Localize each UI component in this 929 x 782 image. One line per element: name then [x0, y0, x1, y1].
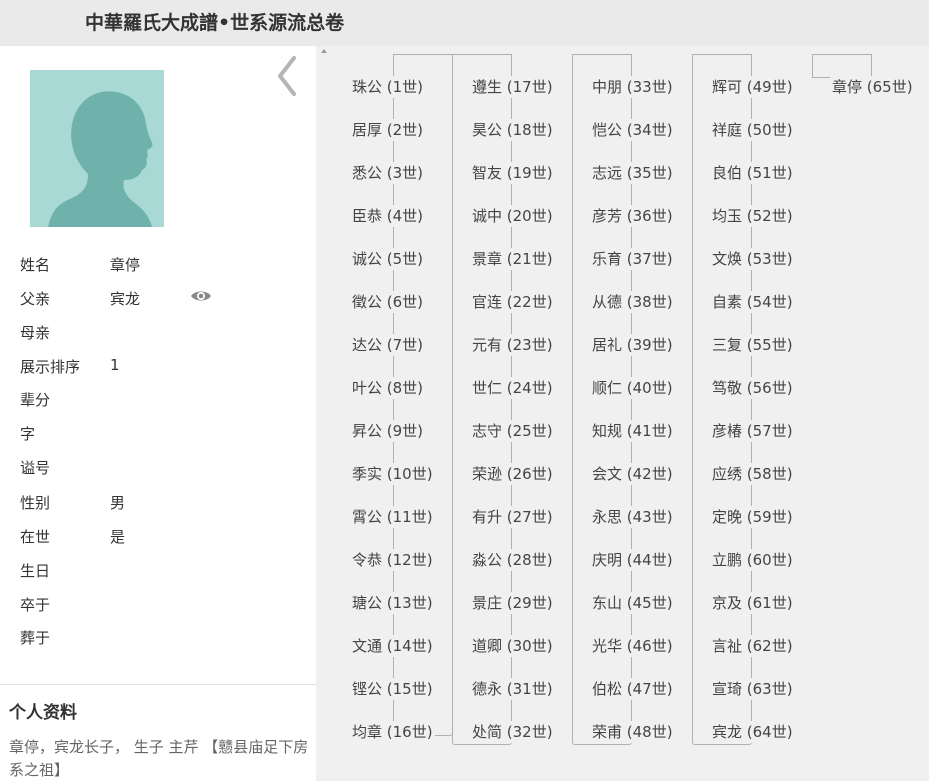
- chevron-left-icon[interactable]: [268, 52, 308, 96]
- generation-item[interactable]: 德永 (31世): [470, 678, 555, 700]
- generation-item[interactable]: 京及 (61世): [710, 592, 795, 614]
- divider: [0, 684, 316, 685]
- generation-item[interactable]: 中朋 (33世): [590, 76, 675, 98]
- field-label: 字: [20, 425, 36, 443]
- field-value: 是: [110, 528, 126, 546]
- field-label: 性别: [20, 494, 51, 512]
- eye-icon[interactable]: [190, 288, 212, 304]
- generation-item[interactable]: 自素 (54世): [710, 291, 795, 313]
- field-value: 宾龙: [110, 290, 141, 308]
- generation-item[interactable]: 顺仁 (40世): [590, 377, 675, 399]
- generation-item[interactable]: 景章 (21世): [470, 248, 555, 270]
- generation-item[interactable]: 立鹏 (60世): [710, 549, 795, 571]
- generation-item[interactable]: 彦芳 (36世): [590, 205, 675, 227]
- generation-item[interactable]: 悉公 (3世): [350, 162, 426, 184]
- generation-item[interactable]: 铿公 (15世): [350, 678, 435, 700]
- generation-item[interactable]: 霄公 (11世): [350, 506, 435, 528]
- scroll-up-arrow-icon[interactable]: [321, 49, 327, 53]
- generation-item[interactable]: 永思 (43世): [590, 506, 675, 528]
- generation-item[interactable]: 东山 (45世): [590, 592, 675, 614]
- generation-item[interactable]: 珠公 (1世): [350, 76, 426, 98]
- field-label: 展示排序: [20, 358, 81, 376]
- generation-item[interactable]: 世仁 (24世): [470, 377, 555, 399]
- generation-item[interactable]: 从德 (38世): [590, 291, 675, 313]
- generation-item[interactable]: 宣琦 (63世): [710, 678, 795, 700]
- field-label: 卒于: [20, 596, 51, 614]
- generation-item[interactable]: 定晚 (59世): [710, 506, 795, 528]
- generation-item[interactable]: 章停 (65世): [830, 76, 915, 98]
- generation-item[interactable]: 诚公 (5世): [350, 248, 426, 270]
- field-value: 男: [110, 494, 126, 512]
- generation-item[interactable]: 诚中 (20世): [470, 205, 555, 227]
- lineage-panel[interactable]: 珠公 (1世) 居厚 (2世) 悉公 (3世) 臣恭 (4世) 诚公 (5世) 徵公 (6…: [316, 46, 929, 781]
- generation-item[interactable]: 应绣 (58世): [710, 463, 795, 485]
- generation-item[interactable]: 会文 (42世): [590, 463, 675, 485]
- field-label: 辈分: [20, 391, 51, 409]
- field-label: 葬于: [20, 629, 51, 647]
- generation-item[interactable]: 三复 (55世): [710, 334, 795, 356]
- field-label: 生日: [20, 562, 51, 580]
- field-value: 章停: [110, 256, 141, 274]
- generation-item[interactable]: 良伯 (51世): [710, 162, 795, 184]
- generation-item[interactable]: 道卿 (30世): [470, 635, 555, 657]
- person-sidebar: 姓名 章停 父亲 宾龙 母亲 展示排序 1 辈分 字 谥号 性别 男 在世 是: [0, 46, 316, 781]
- generation-item[interactable]: 言祉 (62世): [710, 635, 795, 657]
- generation-column-box: [812, 54, 872, 78]
- generation-item[interactable]: 淼公 (28世): [470, 549, 555, 571]
- generation-item[interactable]: 官连 (22世): [470, 291, 555, 313]
- generation-item[interactable]: 季实 (10世): [350, 463, 435, 485]
- generation-item[interactable]: 宾龙 (64世): [710, 721, 795, 743]
- generation-item[interactable]: 志远 (35世): [590, 162, 675, 184]
- generation-item[interactable]: 恺公 (34世): [590, 119, 675, 141]
- generation-item[interactable]: 荣甫 (48世): [590, 721, 675, 743]
- field-label: 在世: [20, 528, 51, 546]
- generation-item[interactable]: 景庄 (29世): [470, 592, 555, 614]
- field-label: 姓名: [20, 256, 51, 274]
- generation-item[interactable]: 荣逊 (26世): [470, 463, 555, 485]
- generation-item[interactable]: 伯松 (47世): [590, 678, 675, 700]
- avatar: [30, 70, 164, 227]
- generation-item[interactable]: 达公 (7世): [350, 334, 426, 356]
- generation-item[interactable]: 笃敬 (56世): [710, 377, 795, 399]
- field-value: 1: [110, 356, 120, 374]
- generation-item[interactable]: 臣恭 (4世): [350, 205, 426, 227]
- generation-item[interactable]: 文焕 (53世): [710, 248, 795, 270]
- generation-item[interactable]: 处简 (32世): [470, 721, 555, 743]
- page-title: 中華羅氏大成譜•世系源流总卷: [85, 12, 345, 34]
- profile-text: 章停，宾龙长子， 生子 主芹 【戆县庙足下房系之祖】: [9, 738, 309, 779]
- generation-item[interactable]: 庆明 (44世): [590, 549, 675, 571]
- field-label: 父亲: [20, 290, 51, 308]
- generation-item[interactable]: 瑭公 (13世): [350, 592, 435, 614]
- app-header: 中華羅氏大成譜•世系源流总卷: [0, 0, 929, 46]
- generation-item[interactable]: 徵公 (6世): [350, 291, 426, 313]
- generation-item[interactable]: 知规 (41世): [590, 420, 675, 442]
- field-label: 母亲: [20, 324, 51, 342]
- generation-item[interactable]: 智友 (19世): [470, 162, 555, 184]
- generation-item[interactable]: 昊公 (18世): [470, 119, 555, 141]
- generation-item[interactable]: 均玉 (52世): [710, 205, 795, 227]
- generation-item[interactable]: 乐育 (37世): [590, 248, 675, 270]
- generation-item[interactable]: 居礼 (39世): [590, 334, 675, 356]
- generation-item[interactable]: 文通 (14世): [350, 635, 435, 657]
- generation-item[interactable]: 令恭 (12世): [350, 549, 435, 571]
- generation-item[interactable]: 元有 (23世): [470, 334, 555, 356]
- generation-item[interactable]: 有升 (27世): [470, 506, 555, 528]
- generation-item[interactable]: 辉可 (49世): [710, 76, 795, 98]
- profile-heading: 个人资料: [9, 703, 77, 723]
- generation-item[interactable]: 遵生 (17世): [470, 76, 555, 98]
- field-label: 谥号: [20, 459, 51, 477]
- generation-item[interactable]: 均章 (16世): [350, 721, 435, 743]
- generation-item[interactable]: 居厚 (2世): [350, 119, 426, 141]
- generation-item[interactable]: 昇公 (9世): [350, 420, 426, 442]
- generation-item[interactable]: 叶公 (8世): [350, 377, 426, 399]
- generation-item[interactable]: 彦椿 (57世): [710, 420, 795, 442]
- generation-item[interactable]: 光华 (46世): [590, 635, 675, 657]
- generation-item[interactable]: 志守 (25世): [470, 420, 555, 442]
- generation-item[interactable]: 祥庭 (50世): [710, 119, 795, 141]
